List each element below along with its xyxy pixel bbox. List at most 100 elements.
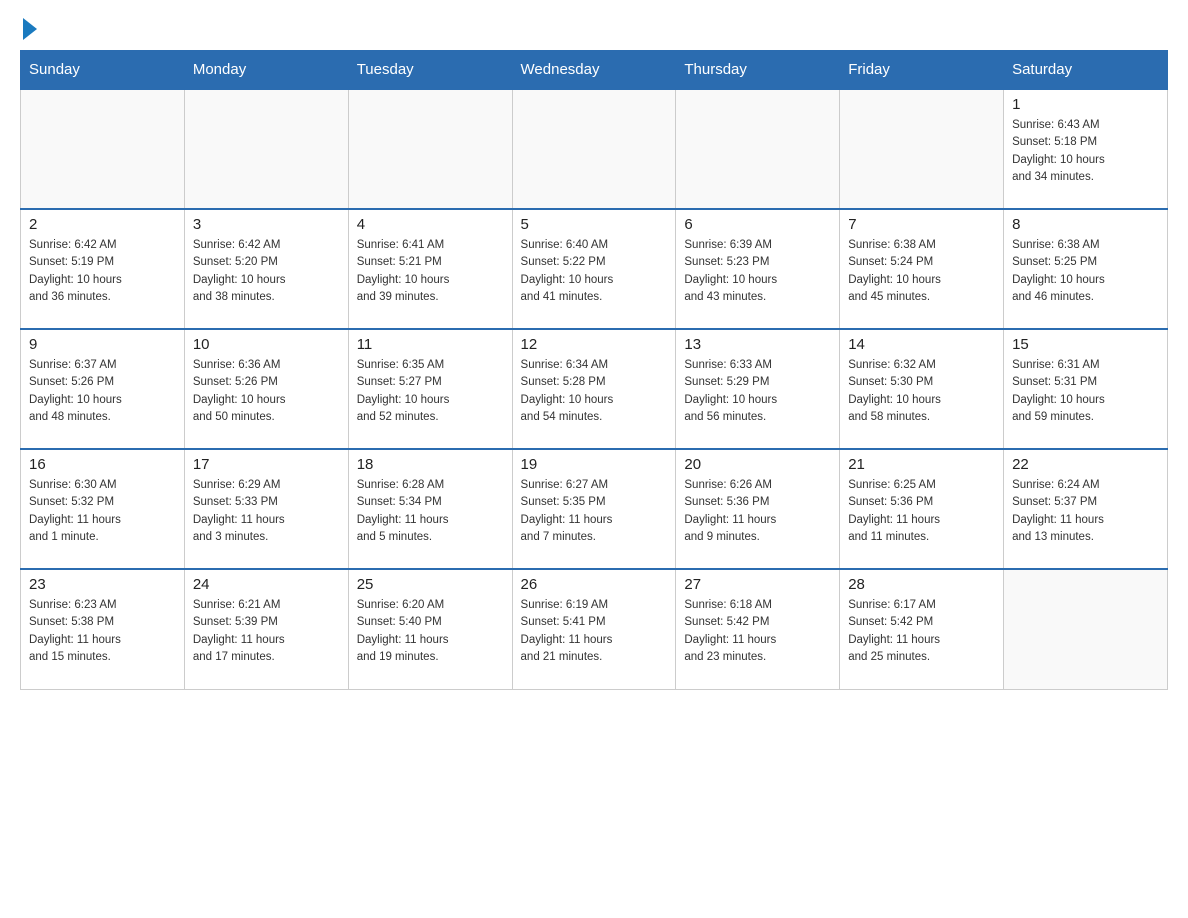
day-info: Sunrise: 6:23 AMSunset: 5:38 PMDaylight:… bbox=[29, 597, 176, 666]
calendar-week-row: 23 Sunrise: 6:23 AMSunset: 5:38 PMDayligh… bbox=[21, 569, 1168, 689]
day-info: Sunrise: 6:31 AMSunset: 5:31 PMDaylight:… bbox=[1012, 357, 1159, 426]
calendar-cell bbox=[1004, 569, 1168, 689]
calendar-cell bbox=[348, 89, 512, 209]
weekday-header-saturday: Saturday bbox=[1004, 51, 1168, 90]
weekday-header-monday: Monday bbox=[184, 51, 348, 90]
calendar-cell: 3 Sunrise: 6:42 AMSunset: 5:20 PMDaylight… bbox=[184, 209, 348, 329]
day-info: Sunrise: 6:33 AMSunset: 5:29 PMDaylight:… bbox=[684, 357, 831, 426]
day-info: Sunrise: 6:21 AMSunset: 5:39 PMDaylight:… bbox=[193, 597, 340, 666]
day-number: 24 bbox=[193, 576, 340, 593]
day-info: Sunrise: 6:42 AMSunset: 5:20 PMDaylight:… bbox=[193, 237, 340, 306]
day-info: Sunrise: 6:38 AMSunset: 5:24 PMDaylight:… bbox=[848, 237, 995, 306]
logo-arrow-icon bbox=[23, 18, 37, 40]
page-header bbox=[20, 20, 1168, 40]
day-number: 3 bbox=[193, 216, 340, 233]
day-info: Sunrise: 6:39 AMSunset: 5:23 PMDaylight:… bbox=[684, 237, 831, 306]
day-number: 18 bbox=[357, 456, 504, 473]
day-number: 6 bbox=[684, 216, 831, 233]
calendar-cell: 22 Sunrise: 6:24 AMSunset: 5:37 PMDayligh… bbox=[1004, 449, 1168, 569]
day-info: Sunrise: 6:43 AMSunset: 5:18 PMDaylight:… bbox=[1012, 117, 1159, 186]
calendar-table: SundayMondayTuesdayWednesdayThursdayFrid… bbox=[20, 50, 1168, 690]
day-number: 2 bbox=[29, 216, 176, 233]
day-info: Sunrise: 6:24 AMSunset: 5:37 PMDaylight:… bbox=[1012, 477, 1159, 546]
calendar-cell: 6 Sunrise: 6:39 AMSunset: 5:23 PMDaylight… bbox=[676, 209, 840, 329]
day-info: Sunrise: 6:37 AMSunset: 5:26 PMDaylight:… bbox=[29, 357, 176, 426]
day-number: 12 bbox=[521, 336, 668, 353]
calendar-cell: 24 Sunrise: 6:21 AMSunset: 5:39 PMDayligh… bbox=[184, 569, 348, 689]
weekday-header-tuesday: Tuesday bbox=[348, 51, 512, 90]
calendar-header-row: SundayMondayTuesdayWednesdayThursdayFrid… bbox=[21, 51, 1168, 90]
calendar-cell: 11 Sunrise: 6:35 AMSunset: 5:27 PMDayligh… bbox=[348, 329, 512, 449]
calendar-cell bbox=[184, 89, 348, 209]
calendar-cell: 2 Sunrise: 6:42 AMSunset: 5:19 PMDaylight… bbox=[21, 209, 185, 329]
calendar-cell: 19 Sunrise: 6:27 AMSunset: 5:35 PMDayligh… bbox=[512, 449, 676, 569]
calendar-week-row: 2 Sunrise: 6:42 AMSunset: 5:19 PMDaylight… bbox=[21, 209, 1168, 329]
weekday-header-wednesday: Wednesday bbox=[512, 51, 676, 90]
day-number: 14 bbox=[848, 336, 995, 353]
calendar-cell bbox=[676, 89, 840, 209]
calendar-cell: 18 Sunrise: 6:28 AMSunset: 5:34 PMDayligh… bbox=[348, 449, 512, 569]
weekday-header-thursday: Thursday bbox=[676, 51, 840, 90]
day-info: Sunrise: 6:36 AMSunset: 5:26 PMDaylight:… bbox=[193, 357, 340, 426]
weekday-header-sunday: Sunday bbox=[21, 51, 185, 90]
calendar-cell: 7 Sunrise: 6:38 AMSunset: 5:24 PMDaylight… bbox=[840, 209, 1004, 329]
calendar-cell: 8 Sunrise: 6:38 AMSunset: 5:25 PMDaylight… bbox=[1004, 209, 1168, 329]
day-info: Sunrise: 6:25 AMSunset: 5:36 PMDaylight:… bbox=[848, 477, 995, 546]
day-info: Sunrise: 6:38 AMSunset: 5:25 PMDaylight:… bbox=[1012, 237, 1159, 306]
calendar-cell: 4 Sunrise: 6:41 AMSunset: 5:21 PMDaylight… bbox=[348, 209, 512, 329]
day-info: Sunrise: 6:28 AMSunset: 5:34 PMDaylight:… bbox=[357, 477, 504, 546]
day-info: Sunrise: 6:29 AMSunset: 5:33 PMDaylight:… bbox=[193, 477, 340, 546]
day-number: 15 bbox=[1012, 336, 1159, 353]
calendar-cell: 12Sunrise: 6:34 AMSunset: 5:28 PMDayligh… bbox=[512, 329, 676, 449]
day-number: 4 bbox=[357, 216, 504, 233]
day-number: 16 bbox=[29, 456, 176, 473]
calendar-cell: 10 Sunrise: 6:36 AMSunset: 5:26 PMDayligh… bbox=[184, 329, 348, 449]
day-info: Sunrise: 6:41 AMSunset: 5:21 PMDaylight:… bbox=[357, 237, 504, 306]
day-number: 1 bbox=[1012, 96, 1159, 113]
day-number: 25 bbox=[357, 576, 504, 593]
day-number: 23 bbox=[29, 576, 176, 593]
day-number: 26 bbox=[521, 576, 668, 593]
day-number: 19 bbox=[521, 456, 668, 473]
day-number: 7 bbox=[848, 216, 995, 233]
calendar-cell: 23 Sunrise: 6:23 AMSunset: 5:38 PMDayligh… bbox=[21, 569, 185, 689]
calendar-cell bbox=[21, 89, 185, 209]
day-info: Sunrise: 6:27 AMSunset: 5:35 PMDaylight:… bbox=[521, 477, 668, 546]
day-number: 10 bbox=[193, 336, 340, 353]
calendar-cell bbox=[840, 89, 1004, 209]
day-info: Sunrise: 6:26 AMSunset: 5:36 PMDaylight:… bbox=[684, 477, 831, 546]
calendar-cell: 13 Sunrise: 6:33 AMSunset: 5:29 PMDayligh… bbox=[676, 329, 840, 449]
day-info: Sunrise: 6:40 AMSunset: 5:22 PMDaylight:… bbox=[521, 237, 668, 306]
calendar-cell: 16 Sunrise: 6:30 AMSunset: 5:32 PMDayligh… bbox=[21, 449, 185, 569]
day-number: 28 bbox=[848, 576, 995, 593]
calendar-cell: 20 Sunrise: 6:26 AMSunset: 5:36 PMDayligh… bbox=[676, 449, 840, 569]
calendar-cell: 17 Sunrise: 6:29 AMSunset: 5:33 PMDayligh… bbox=[184, 449, 348, 569]
calendar-week-row: 9 Sunrise: 6:37 AMSunset: 5:26 PMDaylight… bbox=[21, 329, 1168, 449]
calendar-cell: 5 Sunrise: 6:40 AMSunset: 5:22 PMDaylight… bbox=[512, 209, 676, 329]
day-info: Sunrise: 6:35 AMSunset: 5:27 PMDaylight:… bbox=[357, 357, 504, 426]
calendar-cell: 27 Sunrise: 6:18 AMSunset: 5:42 PMDayligh… bbox=[676, 569, 840, 689]
day-info: Sunrise: 6:18 AMSunset: 5:42 PMDaylight:… bbox=[684, 597, 831, 666]
weekday-header-friday: Friday bbox=[840, 51, 1004, 90]
day-number: 9 bbox=[29, 336, 176, 353]
day-number: 21 bbox=[848, 456, 995, 473]
day-info: Sunrise: 6:42 AMSunset: 5:19 PMDaylight:… bbox=[29, 237, 176, 306]
calendar-cell: 1 Sunrise: 6:43 AMSunset: 5:18 PMDaylight… bbox=[1004, 89, 1168, 209]
day-number: 20 bbox=[684, 456, 831, 473]
day-info: Sunrise: 6:17 AMSunset: 5:42 PMDaylight:… bbox=[848, 597, 995, 666]
day-number: 11 bbox=[357, 336, 504, 353]
calendar-cell: 14Sunrise: 6:32 AMSunset: 5:30 PMDayligh… bbox=[840, 329, 1004, 449]
day-number: 8 bbox=[1012, 216, 1159, 233]
calendar-cell: 26Sunrise: 6:19 AMSunset: 5:41 PMDayligh… bbox=[512, 569, 676, 689]
day-info: Sunrise: 6:20 AMSunset: 5:40 PMDaylight:… bbox=[357, 597, 504, 666]
day-number: 22 bbox=[1012, 456, 1159, 473]
day-number: 13 bbox=[684, 336, 831, 353]
calendar-cell: 25 Sunrise: 6:20 AMSunset: 5:40 PMDayligh… bbox=[348, 569, 512, 689]
day-number: 27 bbox=[684, 576, 831, 593]
day-info: Sunrise: 6:30 AMSunset: 5:32 PMDaylight:… bbox=[29, 477, 176, 546]
day-number: 17 bbox=[193, 456, 340, 473]
calendar-cell: 21 Sunrise: 6:25 AMSunset: 5:36 PMDayligh… bbox=[840, 449, 1004, 569]
calendar-cell bbox=[512, 89, 676, 209]
calendar-week-row: 16 Sunrise: 6:30 AMSunset: 5:32 PMDayligh… bbox=[21, 449, 1168, 569]
day-number: 5 bbox=[521, 216, 668, 233]
